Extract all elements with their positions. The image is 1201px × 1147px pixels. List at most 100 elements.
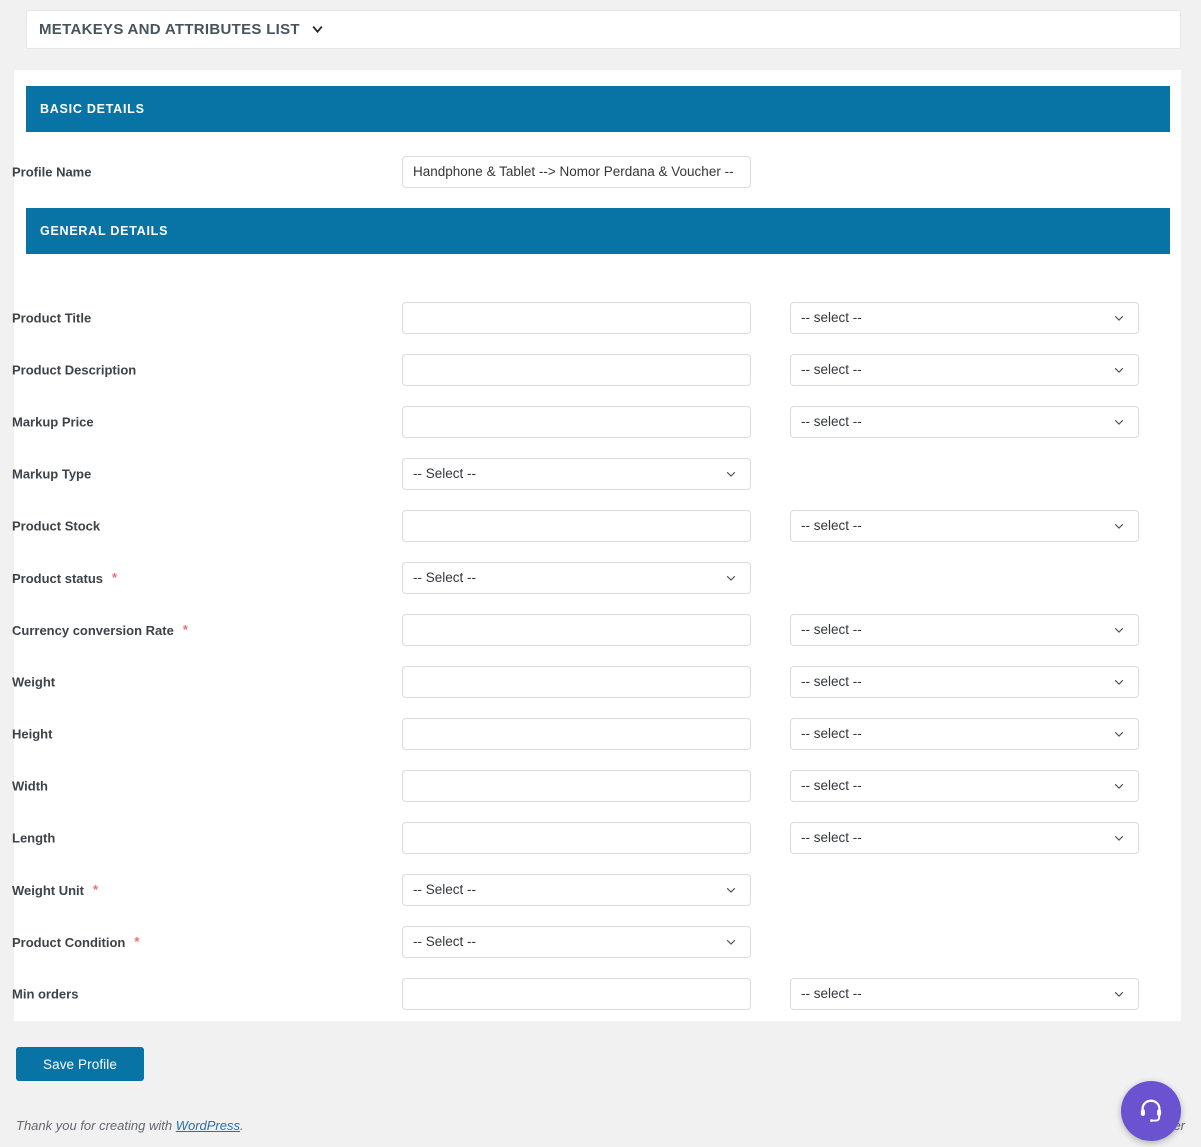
mid-input-product-title[interactable]	[402, 302, 751, 334]
field-label-product-stock: Product Stock	[12, 518, 101, 534]
chevron-down-icon	[1112, 727, 1126, 741]
section-header-basic-details: BASIC DETAILS	[26, 86, 1170, 132]
chevron-down-icon	[1112, 363, 1126, 377]
mid-select-product-status[interactable]: -- Select --	[402, 562, 751, 594]
form-row-currency-conversion-rate: Currency conversion Rate * -- select --	[0, 614, 1167, 646]
admin-page: METAKEYS AND ATTRIBUTES LIST BASIC DETAI…	[0, 0, 1201, 1147]
page-title: METAKEYS AND ATTRIBUTES LIST	[39, 21, 300, 38]
field-label-markup-price: Markup Price	[12, 414, 94, 430]
right-select-length[interactable]: -- select --	[790, 822, 1139, 854]
chevron-down-icon	[1112, 779, 1126, 793]
required-asterisk: *	[182, 622, 188, 637]
field-label-min-orders: Min orders	[12, 986, 79, 1002]
chevron-down-icon	[1112, 623, 1126, 637]
chevron-down-icon	[1112, 311, 1126, 325]
form-row-weight-unit: Weight Unit * -- Select --	[0, 874, 1167, 906]
form-row-product-title: Product Title -- select --	[0, 302, 1167, 334]
form-row-product-stock: Product Stock -- select --	[0, 510, 1167, 542]
mid-input-weight[interactable]	[402, 666, 751, 698]
mid-select-weight-unit[interactable]: -- Select --	[402, 874, 751, 906]
form-row-length: Length -- select --	[0, 822, 1167, 854]
postbox-header[interactable]: METAKEYS AND ATTRIBUTES LIST	[26, 10, 1181, 49]
form-row-markup-type: Markup Type -- Select --	[0, 458, 1167, 490]
form-row-product-status: Product status * -- Select --	[0, 562, 1167, 594]
right-select-height[interactable]: -- select --	[790, 718, 1139, 750]
field-label-product-title: Product Title	[12, 310, 92, 326]
select-value: -- Select --	[413, 882, 477, 897]
select-value: -- select --	[801, 518, 862, 533]
required-asterisk: *	[92, 882, 99, 897]
select-value: -- select --	[801, 986, 862, 1001]
chevron-down-icon	[724, 883, 738, 897]
chevron-down-icon	[1112, 987, 1126, 1001]
select-value: -- select --	[801, 310, 862, 325]
mid-input-length[interactable]	[402, 822, 751, 854]
right-select-markup-price[interactable]: -- select --	[790, 406, 1139, 438]
field-label-height: Height	[12, 726, 53, 742]
select-value: -- select --	[801, 362, 862, 377]
mid-input-profile-name[interactable]: Handphone & Tablet --> Nomor Perdana & V…	[402, 156, 751, 188]
mid-input-product-description[interactable]	[402, 354, 751, 386]
field-label-width: Width	[12, 778, 48, 794]
field-label-profile-name: Profile Name	[12, 164, 92, 180]
select-value: -- select --	[801, 674, 862, 689]
right-select-min-orders[interactable]: -- select --	[790, 978, 1139, 1010]
select-value: -- select --	[801, 414, 862, 429]
right-select-width[interactable]: -- select --	[790, 770, 1139, 802]
section-title-general: GENERAL DETAILS	[40, 224, 169, 238]
right-select-weight[interactable]: -- select --	[790, 666, 1139, 698]
section-title-basic: BASIC DETAILS	[40, 102, 145, 116]
chevron-down-icon	[1112, 675, 1126, 689]
form-row-profile-name: Profile Name Handphone & Tablet --> Nomor…	[0, 156, 1167, 188]
mid-input-product-stock[interactable]	[402, 510, 751, 542]
form-row-product-condition: Product Condition * -- Select --	[0, 926, 1167, 958]
field-label-product-condition: Product Condition *	[12, 934, 140, 950]
mid-select-product-condition[interactable]: -- Select --	[402, 926, 751, 958]
right-select-product-stock[interactable]: -- select --	[790, 510, 1139, 542]
save-profile-button[interactable]: Save Profile	[16, 1047, 144, 1081]
field-label-weight: Weight	[12, 674, 56, 690]
select-value: -- select --	[801, 726, 862, 741]
select-value: -- Select --	[413, 570, 477, 585]
form-row-markup-price: Markup Price -- select --	[0, 406, 1167, 438]
mid-input-markup-price[interactable]	[402, 406, 751, 438]
support-chat-button[interactable]	[1121, 1081, 1181, 1141]
field-label-weight-unit: Weight Unit *	[12, 882, 99, 898]
wordpress-link[interactable]: WordPress	[176, 1118, 240, 1133]
chevron-down-icon	[1112, 415, 1126, 429]
chevron-down-icon	[724, 571, 738, 585]
required-asterisk: *	[134, 934, 140, 949]
field-label-product-description: Product Description	[12, 362, 137, 378]
mid-input-currency-conversion-rate[interactable]	[402, 614, 751, 646]
right-select-product-description[interactable]: -- select --	[790, 354, 1139, 386]
form-row-weight: Weight -- select --	[0, 666, 1167, 698]
headset-icon	[1137, 1097, 1165, 1125]
mid-input-height[interactable]	[402, 718, 751, 750]
section-header-general-details: GENERAL DETAILS	[26, 208, 1170, 254]
footer-thanks-suffix: .	[240, 1118, 244, 1133]
chevron-down-icon[interactable]	[309, 21, 327, 39]
footer-credit: Thank you for creating with WordPress.	[16, 1118, 244, 1133]
form-row-min-orders: Min orders -- select --	[0, 978, 1167, 1010]
select-value: -- select --	[801, 778, 862, 793]
select-value: -- Select --	[413, 934, 477, 949]
chevron-down-icon	[724, 935, 738, 949]
field-label-product-status: Product status *	[12, 570, 118, 586]
select-value: -- select --	[801, 622, 862, 637]
required-asterisk: *	[112, 570, 118, 585]
mid-input-min-orders[interactable]	[402, 978, 751, 1010]
chevron-down-icon	[1112, 831, 1126, 845]
field-label-markup-type: Markup Type	[12, 466, 92, 482]
chevron-down-icon	[1112, 519, 1126, 533]
mid-input-width[interactable]	[402, 770, 751, 802]
form-row-width: Width -- select --	[0, 770, 1167, 802]
field-label-currency-conversion-rate: Currency conversion Rate *	[12, 622, 188, 638]
mid-select-markup-type[interactable]: -- Select --	[402, 458, 751, 490]
chevron-down-icon	[724, 467, 738, 481]
form-row-product-description: Product Description -- select --	[0, 354, 1167, 386]
form-row-height: Height -- select --	[0, 718, 1167, 750]
footer-thanks-prefix: Thank you for creating with	[16, 1118, 176, 1133]
field-label-length: Length	[12, 830, 56, 846]
right-select-currency-conversion-rate[interactable]: -- select --	[790, 614, 1139, 646]
right-select-product-title[interactable]: -- select --	[790, 302, 1139, 334]
